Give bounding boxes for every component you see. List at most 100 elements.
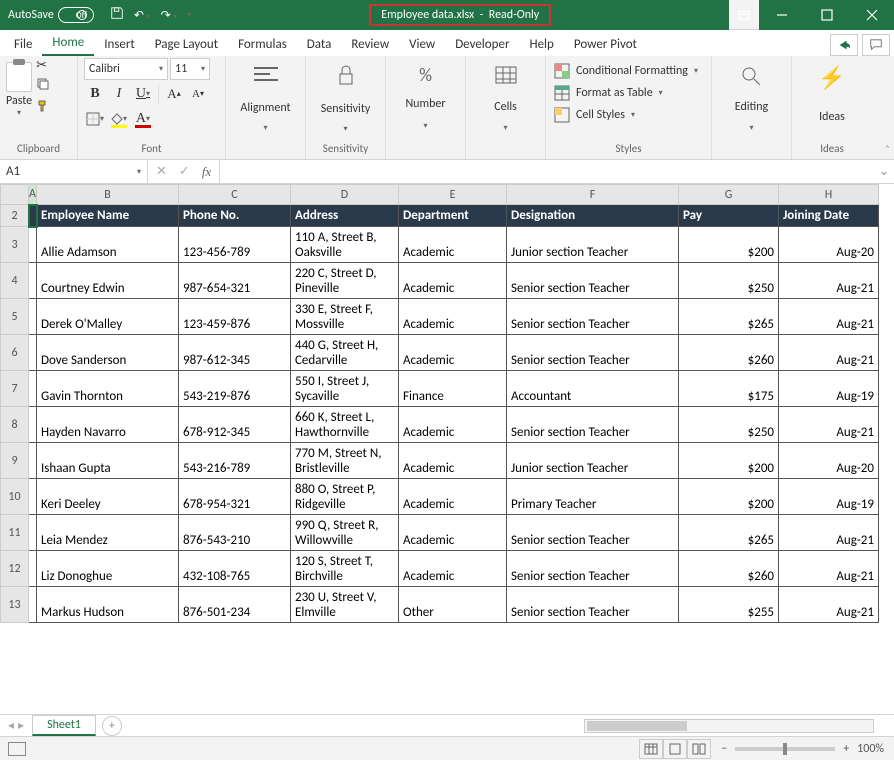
copy-icon[interactable]: [36, 77, 50, 95]
cell[interactable]: $265: [679, 515, 779, 551]
cell[interactable]: Derek O'Malley: [37, 299, 179, 335]
cell[interactable]: Senior section Teacher: [507, 263, 679, 299]
ribbon-tab-file[interactable]: File: [4, 33, 42, 56]
row-header[interactable]: 13: [1, 587, 29, 623]
cell[interactable]: $255: [679, 587, 779, 623]
macro-record-icon[interactable]: [8, 742, 26, 756]
row-header[interactable]: 6: [1, 335, 29, 371]
font-color-button[interactable]: A▾: [132, 108, 154, 130]
cell[interactable]: Primary Teacher: [507, 479, 679, 515]
row-header[interactable]: 8: [1, 407, 29, 443]
ideas-icon[interactable]: ⚡: [818, 64, 845, 91]
cell[interactable]: 678-912-345: [179, 407, 291, 443]
cell[interactable]: Aug-21: [779, 263, 879, 299]
cell[interactable]: Academic: [399, 479, 507, 515]
font-name-combo[interactable]: Calibri▾: [84, 58, 168, 80]
new-sheet-button[interactable]: +: [102, 716, 122, 736]
autosave-toggle[interactable]: AutoSave Off: [8, 7, 94, 23]
paste-button[interactable]: Paste ▾: [6, 58, 32, 118]
cell[interactable]: 220 C, Street D, Pineville: [291, 263, 399, 299]
borders-button[interactable]: ▾: [84, 108, 106, 130]
enter-formula-icon[interactable]: ✓: [179, 164, 190, 179]
header-cell[interactable]: Joining Date: [779, 205, 879, 227]
cell[interactable]: Senior section Teacher: [507, 587, 679, 623]
column-header[interactable]: E: [399, 185, 507, 205]
ribbon-tab-home[interactable]: Home: [42, 31, 94, 56]
cell[interactable]: 543-219-876: [179, 371, 291, 407]
cell[interactable]: 987-612-345: [179, 335, 291, 371]
row-header[interactable]: 7: [1, 371, 29, 407]
cells-icon[interactable]: [494, 64, 518, 91]
ribbon-display-options-icon[interactable]: [729, 0, 759, 30]
collapse-ribbon-icon[interactable]: ˄: [885, 142, 890, 155]
row-header[interactable]: 11: [1, 515, 29, 551]
cancel-formula-icon[interactable]: ✕: [156, 164, 167, 179]
column-header[interactable]: B: [37, 185, 179, 205]
column-header[interactable]: A: [29, 185, 37, 205]
ribbon-tab-formulas[interactable]: Formulas: [228, 33, 297, 56]
cell[interactable]: $200: [679, 227, 779, 263]
decrease-font-icon[interactable]: A▾: [187, 83, 209, 105]
cell[interactable]: Aug-21: [779, 515, 879, 551]
number-format-icon[interactable]: %: [419, 64, 432, 86]
editing-icon[interactable]: [740, 64, 764, 91]
bold-button[interactable]: B: [84, 83, 106, 105]
cell[interactable]: 120 S, Street T, Birchville: [291, 551, 399, 587]
cell[interactable]: 987-654-321: [179, 263, 291, 299]
cell[interactable]: Dove Sanderson: [37, 335, 179, 371]
zoom-slider[interactable]: [735, 747, 835, 751]
sensitivity-icon[interactable]: [334, 64, 358, 94]
header-cell[interactable]: Designation: [507, 205, 679, 227]
cell[interactable]: 123-456-789: [179, 227, 291, 263]
cell-styles-button[interactable]: Cell Styles▾: [552, 104, 705, 126]
cell[interactable]: Hayden Navarro: [37, 407, 179, 443]
cell[interactable]: Academic: [399, 407, 507, 443]
ribbon-tab-power-pivot[interactable]: Power Pivot: [564, 33, 647, 56]
cell[interactable]: Junior section Teacher: [507, 443, 679, 479]
sheet-nav-last-icon[interactable]: ▸: [18, 718, 24, 733]
cell[interactable]: $250: [679, 407, 779, 443]
save-icon[interactable]: [110, 6, 124, 24]
column-header[interactable]: D: [291, 185, 399, 205]
cell[interactable]: Aug-21: [779, 587, 879, 623]
ribbon-tab-developer[interactable]: Developer: [445, 33, 519, 56]
horizontal-scrollbar[interactable]: [584, 719, 874, 733]
header-cell[interactable]: Pay: [679, 205, 779, 227]
cell[interactable]: $175: [679, 371, 779, 407]
cell[interactable]: $260: [679, 335, 779, 371]
row-header[interactable]: 10: [1, 479, 29, 515]
name-box[interactable]: A1▾: [0, 160, 148, 183]
cell[interactable]: Junior section Teacher: [507, 227, 679, 263]
cell[interactable]: Aug-19: [779, 479, 879, 515]
cell[interactable]: Senior section Teacher: [507, 551, 679, 587]
row-header[interactable]: 9: [1, 443, 29, 479]
cell[interactable]: Aug-21: [779, 407, 879, 443]
cell[interactable]: Aug-20: [779, 227, 879, 263]
cell[interactable]: Aug-20: [779, 443, 879, 479]
cell[interactable]: Finance: [399, 371, 507, 407]
cell[interactable]: 543-216-789: [179, 443, 291, 479]
ribbon-tab-data[interactable]: Data: [297, 33, 342, 56]
undo-icon[interactable]: ↶ ▾: [134, 8, 151, 23]
cell[interactable]: 440 G, Street H, Cedarville: [291, 335, 399, 371]
maximize-button[interactable]: [804, 0, 849, 30]
row-header[interactable]: 3: [1, 227, 29, 263]
minimize-button[interactable]: [759, 0, 804, 30]
ribbon-tab-view[interactable]: View: [399, 33, 445, 56]
cell[interactable]: 660 K, Street L, Hawthornville: [291, 407, 399, 443]
sheet-tab[interactable]: Sheet1: [32, 715, 96, 736]
header-cell[interactable]: Employee Name: [37, 205, 179, 227]
cell[interactable]: Keri Deeley: [37, 479, 179, 515]
cell[interactable]: $200: [679, 443, 779, 479]
column-header[interactable]: G: [679, 185, 779, 205]
sheet-nav-first-icon[interactable]: ◂: [8, 718, 14, 733]
page-layout-view-icon[interactable]: [663, 739, 687, 759]
increase-font-icon[interactable]: A▴: [163, 83, 185, 105]
alignment-icon[interactable]: [252, 64, 280, 92]
fill-color-button[interactable]: ▾: [108, 108, 130, 130]
cell[interactable]: 876-501-234: [179, 587, 291, 623]
cell[interactable]: Aug-21: [779, 299, 879, 335]
zoom-out-button[interactable]: −: [721, 742, 727, 756]
cell[interactable]: Markus Hudson: [37, 587, 179, 623]
italic-button[interactable]: I: [108, 83, 130, 105]
